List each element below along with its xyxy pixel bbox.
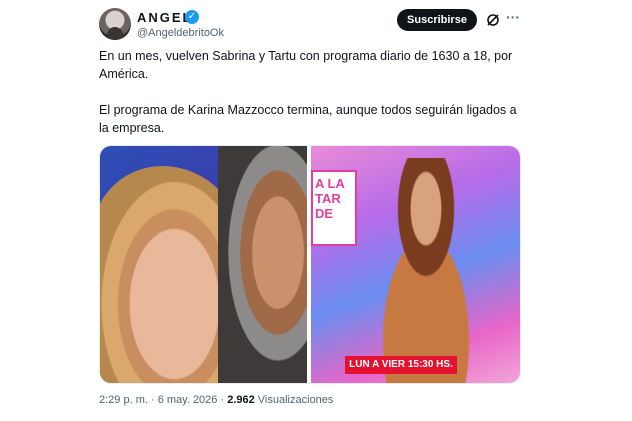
tweet-header: ANGEL ✓ @AngeldebritoOk Suscribirse ··· <box>99 8 521 44</box>
tweet-media[interactable]: A LA TAR DE LUN A VIER 15:30 HS. <box>99 145 521 384</box>
schedule-banner: LUN A VIER 15:30 HS. <box>345 356 457 374</box>
tweet-timestamp[interactable]: 2:29 p. m. · 6 may. 2026 · <box>99 394 224 406</box>
photo-left[interactable] <box>100 146 307 383</box>
tweet-paragraph: En un mes, vuelven Sabrina y Tartu con p… <box>99 49 513 81</box>
views-label: Visualizaciones <box>257 394 334 406</box>
author-handle[interactable]: @AngeldebritoOk <box>137 27 224 39</box>
grok-icon[interactable] <box>485 12 501 28</box>
views-count: 2.962 <box>227 394 255 406</box>
avatar[interactable] <box>99 8 131 40</box>
photo-right[interactable]: A LA TAR DE LUN A VIER 15:30 HS. <box>311 146 520 383</box>
photo-person-man <box>218 146 307 383</box>
tweet-paragraph: El programa de Karina Mazzocco termina, … <box>99 103 517 135</box>
more-icon[interactable]: ··· <box>505 10 521 28</box>
photo-person-host <box>351 158 501 383</box>
tweet-text: En un mes, vuelven Sabrina y Tartu con p… <box>99 47 529 155</box>
tweet-meta: 2:29 p. m. · 6 may. 2026 · 2.962 Visuali… <box>99 394 333 406</box>
subscribe-button[interactable]: Suscribirse <box>397 9 477 31</box>
verified-icon: ✓ <box>185 10 199 24</box>
